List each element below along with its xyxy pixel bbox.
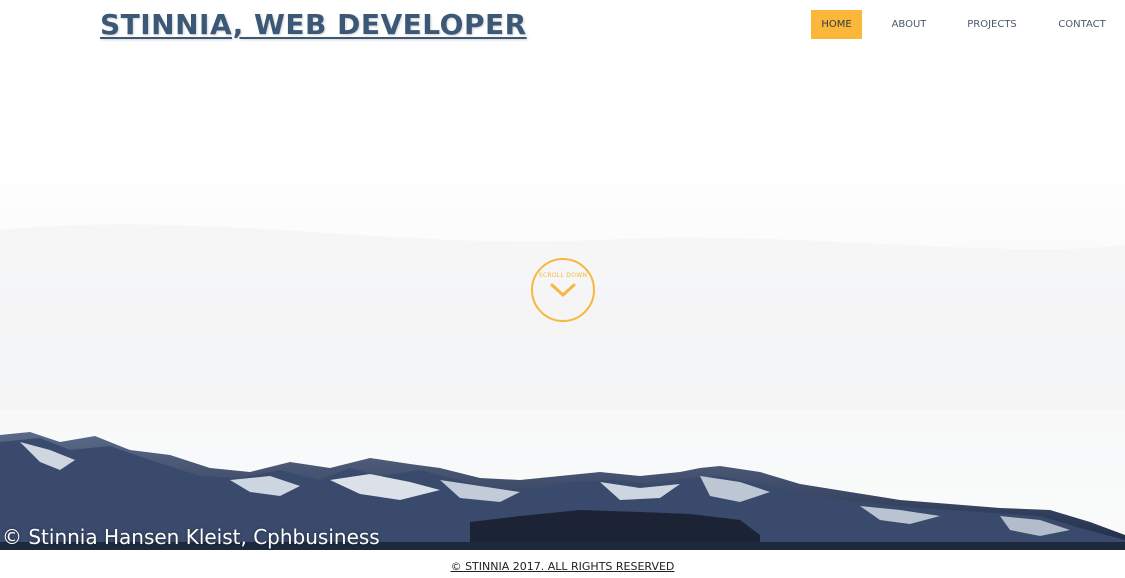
photo-credit: © Stinnia Hansen Kleist, Cphbusiness [2, 525, 380, 549]
scroll-down-button[interactable]: SCROLL DOWN [531, 258, 595, 322]
nav-projects[interactable]: PROJECTS [956, 10, 1028, 39]
scroll-down-label: SCROLL DOWN [538, 272, 588, 279]
main-nav: HOME ABOUT PROJECTS CONTACT [0, 10, 1125, 39]
chevron-down-icon [550, 283, 576, 297]
nav-contact[interactable]: CONTACT [1047, 10, 1117, 39]
nav-home[interactable]: HOME [811, 10, 862, 39]
hero-image [0, 150, 1125, 550]
footer: © STINNIA 2017. ALL RIGHTS RESERVED [0, 556, 1125, 578]
nav-about[interactable]: ABOUT [880, 10, 938, 39]
footer-copyright: © STINNIA 2017. ALL RIGHTS RESERVED [450, 560, 675, 573]
mountain-landscape [0, 150, 1125, 550]
